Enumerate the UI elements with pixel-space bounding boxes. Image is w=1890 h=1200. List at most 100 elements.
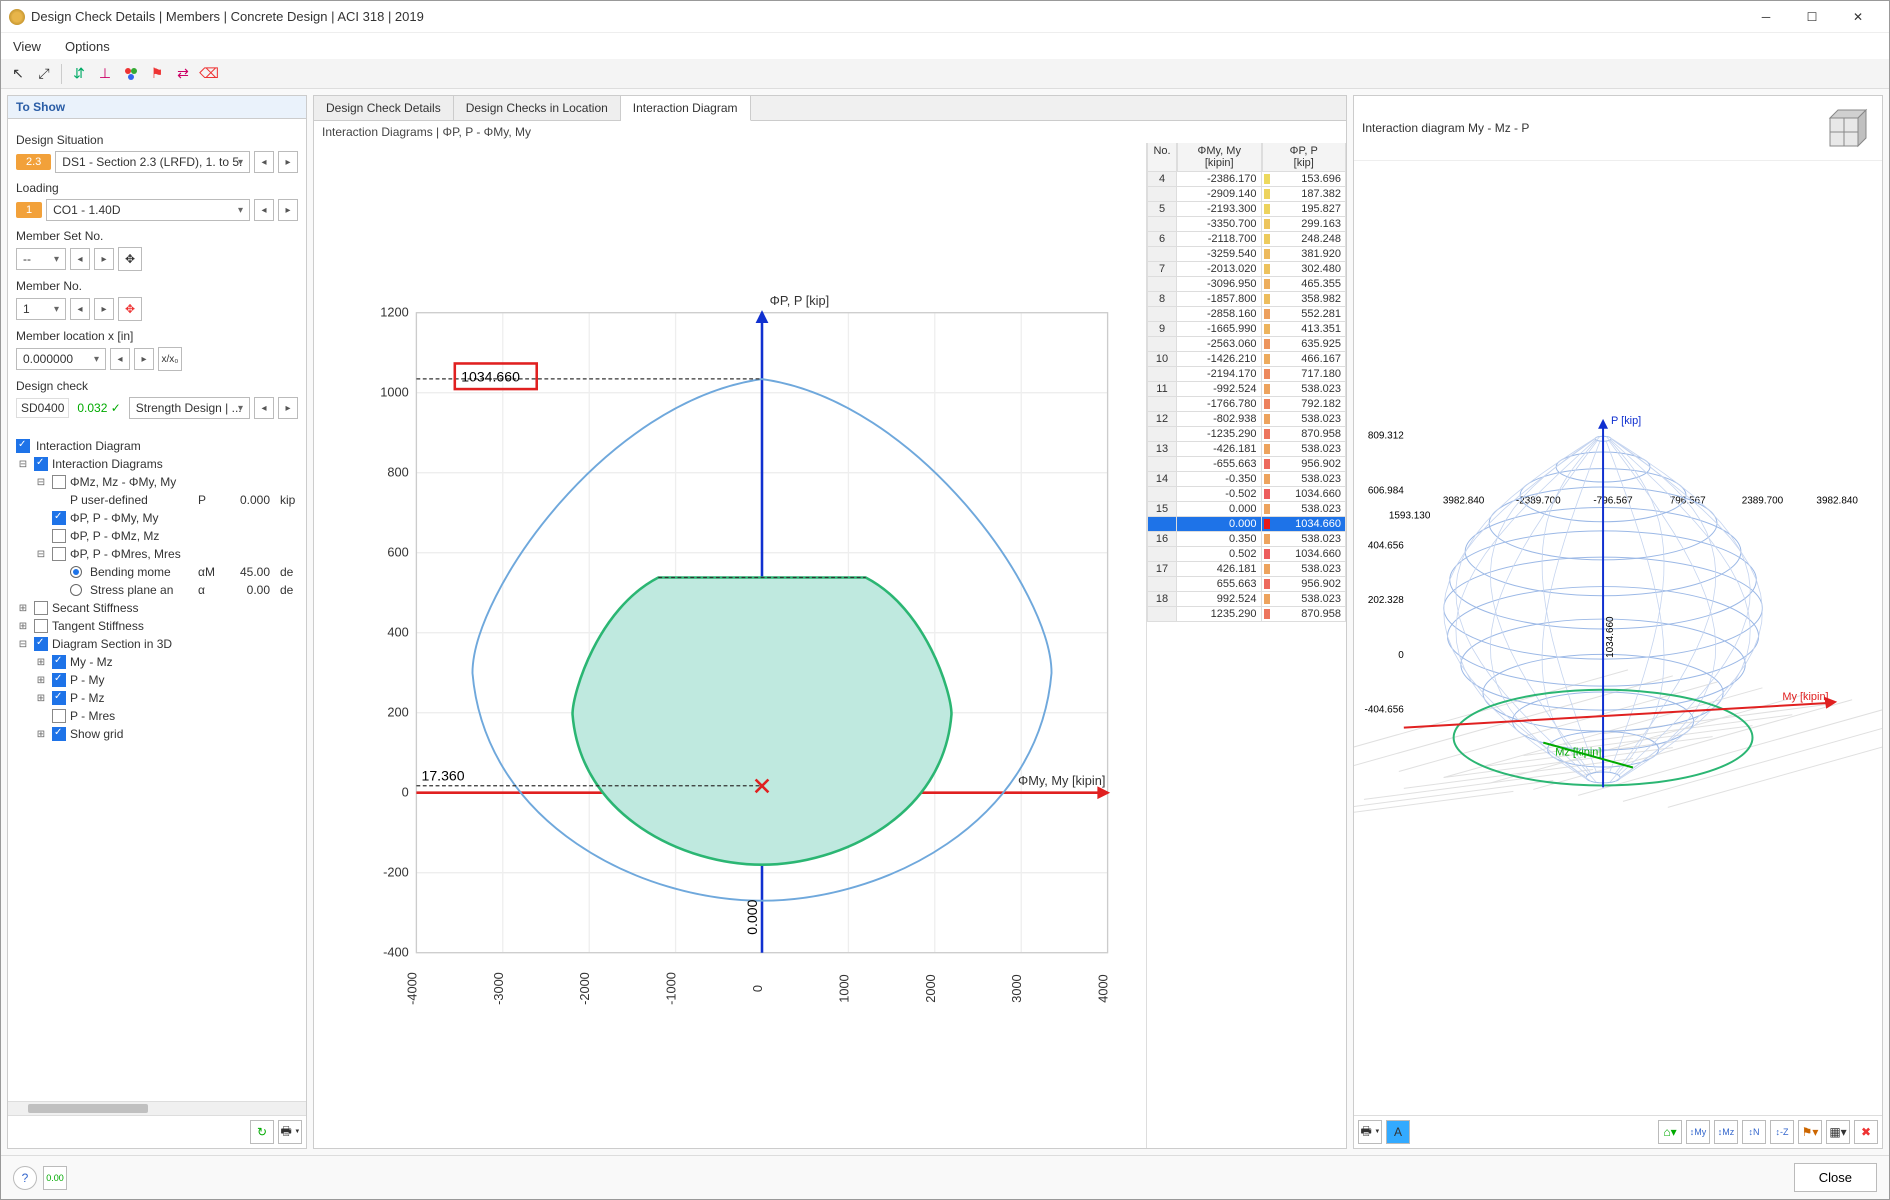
close-button[interactable]: Close (1794, 1163, 1877, 1192)
member-loc-prev[interactable]: ◂ (110, 348, 130, 370)
rp-style-icon[interactable]: A (1386, 1120, 1410, 1144)
tree-3d-checkbox[interactable] (34, 637, 48, 651)
table-row[interactable]: 9-1665.990413.351 (1147, 322, 1346, 337)
member-set-pick-icon[interactable]: ✥ (118, 247, 142, 271)
table-row[interactable]: 0.0001034.660 (1147, 517, 1346, 532)
table-row[interactable]: 8-1857.800358.982 (1147, 292, 1346, 307)
member-set-prev[interactable]: ◂ (70, 248, 90, 270)
tool-flag-icon[interactable]: ⚑ (146, 63, 168, 85)
rp-axis-n-icon[interactable]: ↕N (1742, 1120, 1766, 1144)
table-row[interactable]: -3259.540381.920 (1147, 247, 1346, 262)
rp-print-icon[interactable]: 🖶 ▾ (1358, 1120, 1382, 1144)
member-no-pick-icon[interactable]: ✥ (118, 297, 142, 321)
data-table[interactable]: No. ΦMy, My[kipin] ΦP, P[kip] 4-2386.170… (1146, 143, 1346, 1148)
table-row[interactable]: 11-992.524538.023 (1147, 382, 1346, 397)
tool-clear-icon[interactable]: ⌫ (198, 63, 220, 85)
table-row[interactable]: -0.5021034.660 (1147, 487, 1346, 502)
member-set-next[interactable]: ▸ (94, 248, 114, 270)
left-refresh-icon[interactable]: ↻ (250, 1120, 274, 1144)
left-print-icon[interactable]: 🖶 ▾ (278, 1120, 302, 1144)
design-check-prev[interactable]: ◂ (254, 397, 274, 419)
design-situation-dropdown[interactable]: DS1 - Section 2.3 (LRFD), 1. to 5. (55, 151, 250, 173)
design-check-next[interactable]: ▸ (278, 397, 298, 419)
tree-bending-radio[interactable] (70, 566, 82, 578)
table-row[interactable]: -2858.160552.281 (1147, 307, 1346, 322)
member-no-prev[interactable]: ◂ (70, 298, 90, 320)
tool-axis-icon[interactable]: ⊥ (94, 63, 116, 85)
design-check-dropdown[interactable]: Strength Design | ... (129, 397, 250, 419)
tool-select-icon[interactable]: ↖ (7, 63, 29, 85)
tool-link-icon[interactable]: ⇄ (172, 63, 194, 85)
member-no-dropdown[interactable]: 1 (16, 298, 66, 320)
tree-root-checkbox[interactable] (34, 457, 48, 471)
tab-interaction-diagram[interactable]: Interaction Diagram (621, 96, 751, 121)
table-row[interactable]: -655.663956.902 (1147, 457, 1346, 472)
table-row[interactable]: 13-426.181538.023 (1147, 442, 1346, 457)
interaction-chart[interactable]: -4000-3000-2000-100001000200030004000-40… (314, 143, 1146, 1148)
maximize-button[interactable]: ☐ (1789, 1, 1835, 33)
tree-pmy-checkbox[interactable] (52, 511, 66, 525)
rp-axis-mz-icon[interactable]: ↕Mz (1714, 1120, 1738, 1144)
tree-pmres2-checkbox[interactable] (52, 709, 66, 723)
rp-iso-icon[interactable]: ▦▾ (1826, 1120, 1850, 1144)
loading-next[interactable]: ▸ (278, 199, 298, 221)
design-situation-next[interactable]: ▸ (278, 151, 298, 173)
table-row[interactable]: -3350.700299.163 (1147, 217, 1346, 232)
tree-mzmy-checkbox[interactable] (52, 475, 66, 489)
table-row[interactable]: -3096.950465.355 (1147, 277, 1346, 292)
table-row[interactable]: 7-2013.020302.480 (1147, 262, 1346, 277)
member-set-dropdown[interactable]: -- (16, 248, 66, 270)
close-window-button[interactable]: ✕ (1835, 1, 1881, 33)
tree-mymz-checkbox[interactable] (52, 655, 66, 669)
member-loc-x-icon[interactable]: x/x₀ (158, 347, 182, 371)
member-loc-next[interactable]: ▸ (134, 348, 154, 370)
table-row[interactable]: 5-2193.300195.827 (1147, 202, 1346, 217)
member-no-next[interactable]: ▸ (94, 298, 114, 320)
table-row[interactable]: 160.350538.023 (1147, 532, 1346, 547)
chart3d-area[interactable]: 809.312606.984404.656202.3280-404.656398… (1354, 161, 1882, 1115)
left-hscroll[interactable] (8, 1101, 306, 1115)
table-row[interactable]: 12-802.938538.023 (1147, 412, 1346, 427)
design-situation-prev[interactable]: ◂ (254, 151, 274, 173)
table-row[interactable]: 1235.290870.958 (1147, 607, 1346, 622)
table-row[interactable]: 14-0.350538.023 (1147, 472, 1346, 487)
table-row[interactable]: -1235.290870.958 (1147, 427, 1346, 442)
menu-view[interactable]: View (9, 37, 45, 56)
table-row[interactable]: -2194.170717.180 (1147, 367, 1346, 382)
table-row[interactable]: 6-2118.700248.248 (1147, 232, 1346, 247)
tree-grid-checkbox[interactable] (52, 727, 66, 741)
member-loc-dropdown[interactable]: 0.000000 (16, 348, 106, 370)
rp-axis-my-icon[interactable]: ↕My (1686, 1120, 1710, 1144)
rp-reset-icon[interactable]: ✖ (1854, 1120, 1878, 1144)
loading-prev[interactable]: ◂ (254, 199, 274, 221)
table-row[interactable]: -2909.140187.382 (1147, 187, 1346, 202)
tree-pmz2-checkbox[interactable] (52, 691, 66, 705)
table-row[interactable]: 150.000538.023 (1147, 502, 1346, 517)
rp-home-icon[interactable]: ⌂▾ (1658, 1120, 1682, 1144)
loading-dropdown[interactable]: CO1 - 1.40D (46, 199, 250, 221)
tool-colors-icon[interactable] (120, 63, 142, 85)
interaction-diagram-checkbox[interactable] (16, 439, 30, 453)
table-row[interactable]: 10-1426.210466.167 (1147, 352, 1346, 367)
tree-tangent-checkbox[interactable] (34, 619, 48, 633)
tree-stress-radio[interactable] (70, 584, 82, 596)
tool-zoom-icon[interactable]: ⤢ (33, 63, 55, 85)
tool-scale-icon[interactable]: ⇵ (68, 63, 90, 85)
table-row[interactable]: 655.663956.902 (1147, 577, 1346, 592)
tree-pmy2-checkbox[interactable] (52, 673, 66, 687)
table-row[interactable]: -1766.780792.182 (1147, 397, 1346, 412)
help-icon[interactable]: ? (13, 1166, 37, 1190)
tree-secant-checkbox[interactable] (34, 601, 48, 615)
table-row[interactable]: 4-2386.170153.696 (1147, 172, 1346, 187)
table-row[interactable]: 18992.524538.023 (1147, 592, 1346, 607)
units-icon[interactable]: 0.00 (43, 1166, 67, 1190)
table-row[interactable]: 0.5021034.660 (1147, 547, 1346, 562)
tab-design-check-details[interactable]: Design Check Details (314, 96, 454, 120)
tab-design-checks-location[interactable]: Design Checks in Location (454, 96, 621, 120)
minimize-button[interactable]: ─ (1743, 1, 1789, 33)
table-row[interactable]: 17426.181538.023 (1147, 562, 1346, 577)
rp-flag-icon[interactable]: ⚑▾ (1798, 1120, 1822, 1144)
menu-options[interactable]: Options (61, 37, 114, 56)
table-row[interactable]: -2563.060635.925 (1147, 337, 1346, 352)
view-cube-icon[interactable] (1818, 100, 1874, 156)
